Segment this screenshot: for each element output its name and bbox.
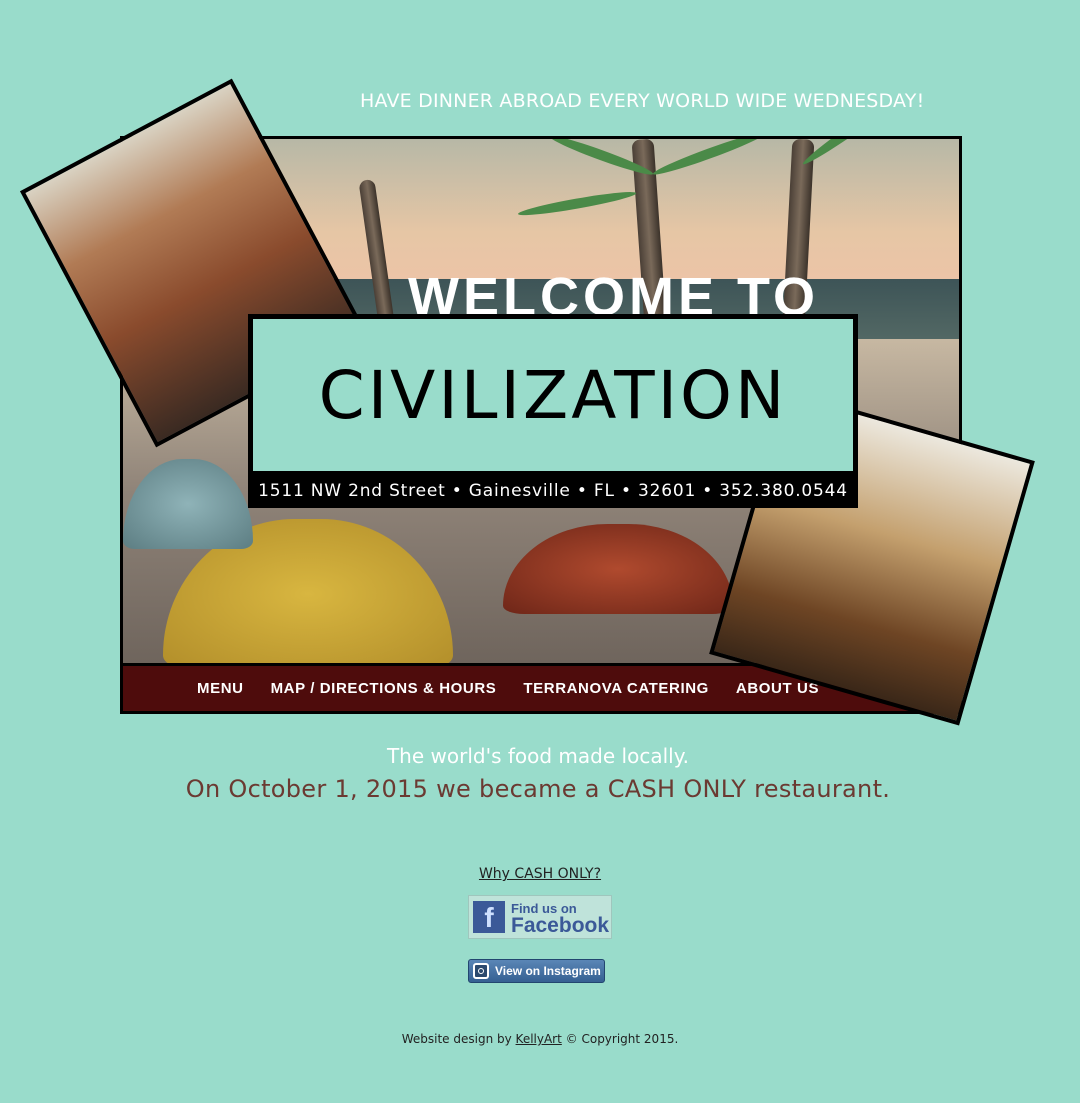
nav-map-directions-hours[interactable]: MAP / DIRECTIONS & HOURS <box>271 680 497 697</box>
instagram-button[interactable]: View on Instagram <box>468 959 605 983</box>
footer: Website design by KellyArt © Copyright 2… <box>0 1032 1080 1046</box>
nav-about-us[interactable]: ABOUT US <box>736 680 819 697</box>
why-cash-only: Why CASH ONLY? <box>0 863 1080 882</box>
why-cash-only-link[interactable]: Why CASH ONLY? <box>479 866 601 882</box>
footer-copyright: © Copyright 2015. <box>565 1032 679 1046</box>
instagram-icon <box>473 963 489 979</box>
facebook-big-text: Facebook <box>511 914 610 937</box>
facebook-icon: f <box>473 901 505 933</box>
restaurant-name-box: CIVILIZATION <box>248 314 858 476</box>
address-bar: 1511 NW 2nd Street • Gainesville • FL • … <box>248 474 858 508</box>
facebook-button[interactable]: f Find us on Facebook <box>468 895 612 939</box>
cash-only-notice: On October 1, 2015 we became a CASH ONLY… <box>185 775 891 803</box>
instagram-label: View on Instagram <box>495 964 601 978</box>
nav-menu[interactable]: MENU <box>197 680 244 697</box>
tagline: HAVE DINNER ABROAD EVERY WORLD WIDE WEDN… <box>360 90 925 112</box>
footer-prefix: Website design by <box>401 1032 512 1046</box>
restaurant-name: CIVILIZATION <box>318 356 788 434</box>
facebook-text: Find us on Facebook <box>511 900 610 937</box>
lead-text: The world's food made locally. <box>386 744 690 768</box>
designer-link[interactable]: KellyArt <box>516 1032 562 1046</box>
nav-terranova-catering[interactable]: TERRANOVA CATERING <box>523 680 709 697</box>
